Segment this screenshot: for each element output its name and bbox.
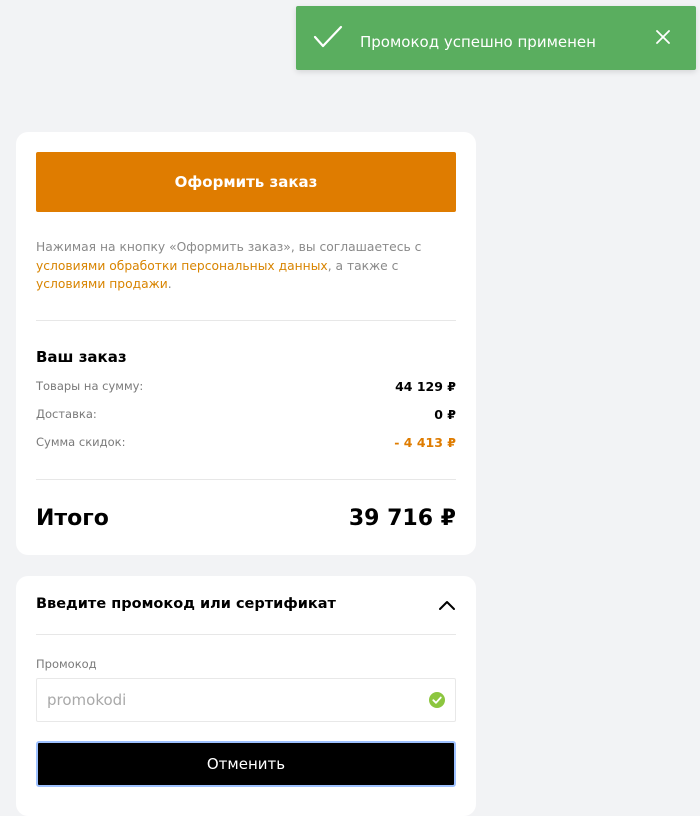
total-value: 39 716 ₽ — [348, 506, 456, 531]
checkmark-icon — [313, 25, 343, 48]
order-summary-card: Оформить заказ Нажимая на кнопку «Оформи… — [16, 132, 476, 555]
success-toast: Промокод успешно применен — [296, 6, 696, 70]
summary-row-value: 44 129 ₽ — [395, 379, 456, 394]
summary-row-label: Товары на сумму: — [36, 379, 144, 393]
agreement-suffix: . — [167, 277, 172, 291]
close-icon[interactable] — [656, 30, 670, 44]
promo-input-wrapper — [36, 678, 456, 722]
promo-field-label: Промокод — [36, 657, 97, 671]
divider — [36, 634, 456, 635]
divider — [36, 479, 456, 480]
sale-terms-link[interactable]: условиями продажи — [36, 277, 168, 291]
order-title: Ваш заказ — [36, 348, 127, 366]
cancel-promo-button[interactable]: Отменить — [36, 741, 456, 787]
agreement-middle: , а также с — [327, 258, 399, 273]
toast-message: Промокод успешно применен — [360, 33, 596, 51]
privacy-terms-link[interactable]: условиями обработки персональных данных — [36, 259, 328, 273]
summary-row-label: Сумма скидок: — [36, 435, 126, 449]
promo-title: Введите промокод или сертификат — [36, 596, 336, 612]
valid-check-icon — [429, 692, 445, 708]
promo-card: Введите промокод или сертификат Промокод… — [16, 576, 476, 816]
summary-row-discount: Сумма скидок: - 4 413 ₽ — [36, 435, 456, 453]
summary-row-goods: Товары на сумму: 44 129 ₽ — [36, 379, 456, 397]
promo-section-toggle[interactable]: Введите промокод или сертификат — [36, 596, 456, 618]
promo-code-input[interactable] — [37, 679, 417, 721]
summary-row-label: Доставка: — [36, 407, 97, 421]
discount-value: - 4 413 ₽ — [394, 435, 456, 450]
agreement-text: Нажимая на кнопку «Оформить заказ», вы с… — [36, 238, 456, 294]
agreement-prefix: Нажимая на кнопку «Оформить заказ», вы с… — [36, 240, 422, 254]
divider — [36, 320, 456, 321]
chevron-up-icon[interactable] — [438, 599, 456, 611]
checkout-button[interactable]: Оформить заказ — [36, 152, 456, 212]
total-label: Итого — [36, 506, 109, 531]
summary-row-value: 0 ₽ — [434, 407, 456, 422]
summary-row-delivery: Доставка: 0 ₽ — [36, 407, 456, 425]
